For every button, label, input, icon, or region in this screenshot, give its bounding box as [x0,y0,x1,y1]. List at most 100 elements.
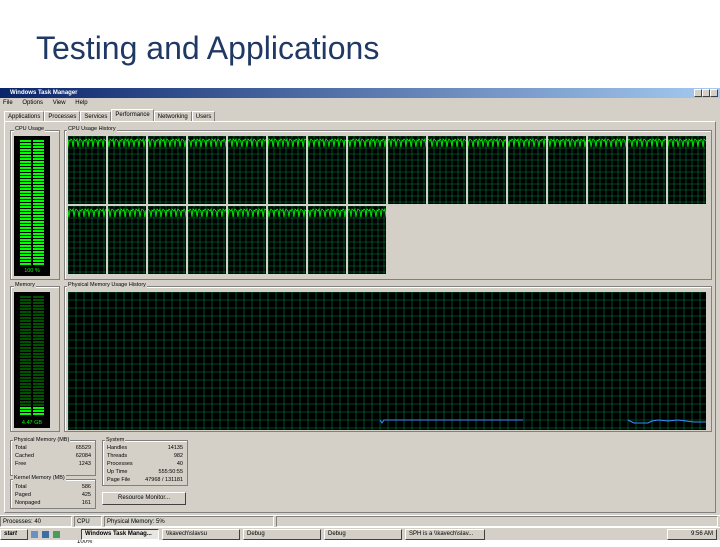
memory-gauge: 4.47 GB [14,292,50,428]
gauge-segment [20,374,31,376]
gauge-segment [20,377,31,379]
memory-history-label: Physical Memory Usage History [67,282,147,288]
tab-users[interactable]: Users [191,111,216,121]
cpu-core-graph [548,136,586,204]
taskbar-folder-2[interactable]: Debug [243,528,321,540]
gauge-segment [20,260,31,262]
tab-performance[interactable]: Performance [111,109,154,121]
gauge-segment [33,323,44,325]
kernel-memory-label: Kernel Memory (MB) [13,475,66,481]
memory-history-graph [68,292,706,430]
gauge-segment [33,350,44,352]
menu-view[interactable]: View [53,100,66,106]
tab-networking[interactable]: Networking [153,111,192,121]
explorer-icon[interactable] [53,530,60,538]
gauge-segment [33,371,44,373]
gauge-segment [20,176,31,178]
server-manager-icon[interactable] [42,530,49,538]
gauge-segment [33,383,44,385]
memory-usage-line [379,419,523,424]
taskbar-folder-1[interactable]: \\kavech\slavsu [162,528,240,540]
gauge-segment [20,353,31,355]
cpu-usage-value: 100 % [24,268,40,274]
gauge-segment [20,350,31,352]
gauge-segment [33,143,44,145]
tab-applications[interactable]: Applications [4,111,45,121]
gauge-segment [20,221,31,223]
cpu-usage-line [68,137,106,148]
gauge-segment [20,368,31,370]
menu-help[interactable]: Help [75,100,87,106]
gauge-segment [20,299,31,301]
gauge-segment [33,386,44,388]
tab-processes[interactable]: Processes [44,111,81,121]
gauge-segment [20,191,31,193]
gauge-segment [20,230,31,232]
gauge-segment [33,251,44,253]
gauge-segment [33,194,44,196]
taskbar-putty[interactable]: SPH is a \\kavech\slav... [405,528,485,540]
gauge-segment [20,143,31,145]
gauge-segment [20,413,31,415]
menu-options[interactable]: Options [22,100,43,106]
window-title: Windows Task Manager [10,90,78,96]
minimize-button[interactable] [694,89,702,97]
gauge-segment [33,257,44,259]
gauge-segment [20,140,31,142]
memory-value: 4.47 GB [21,420,43,426]
menu-file[interactable]: File [3,100,13,106]
gauge-segment [33,173,44,175]
taskbar-task-manager[interactable]: Windows Task Manag... [81,528,159,540]
gauge-segment [33,326,44,328]
gauge-segment [20,326,31,328]
system-label: System [105,437,126,443]
gauge-segment [33,161,44,163]
resource-monitor-button[interactable]: Resource Monitor... [102,492,186,505]
show-desktop-icon[interactable] [31,530,38,538]
start-button[interactable]: start [0,528,28,540]
gauge-segment [33,353,44,355]
gauge-segment [20,227,31,229]
cpu-core-graph [388,136,426,204]
gauge-segment [20,314,31,316]
gauge-segment [33,260,44,262]
gauge-segment [33,152,44,154]
gauge-segment [20,371,31,373]
gauge-segment [33,398,44,400]
cpu-usage-line [68,207,106,218]
title-bar: Windows Task Manager [0,88,720,98]
gauge-segment [33,365,44,367]
gauge-segment [20,407,31,409]
gauge-segment [33,368,44,370]
gauge-segment [33,146,44,148]
gauge-segment [20,185,31,187]
close-button[interactable] [710,89,718,97]
stat-cached: Cached 62084 [15,453,91,459]
gauge-segment [33,254,44,256]
gauge-segment [20,194,31,196]
cpu-core-graph [68,206,106,274]
gauge-segment [20,380,31,382]
cpu-core-graph [108,136,146,204]
cpu-usage-line [108,207,146,218]
gauge-segment [20,305,31,307]
gauge-segment [33,362,44,364]
gauge-segment [20,332,31,334]
gauge-segment [33,224,44,226]
stat-processes: Processes 40 [107,461,183,467]
gauge-segment [20,389,31,391]
gauge-segment [20,149,31,151]
stat-nonpaged: Nonpaged 161 [15,500,91,506]
memory-usage-line [627,419,706,424]
gauge-segment [33,185,44,187]
tab-services[interactable]: Services [80,111,112,121]
gauge-segment [33,200,44,202]
cpu-core-graph [188,206,226,274]
taskbar-folder-3[interactable]: Debug [324,528,402,540]
gauge-segment [33,341,44,343]
gauge-segment [33,209,44,211]
maximize-button[interactable] [702,89,710,97]
taskbar: start Windows Task Manag... \\kavech\sla… [0,527,720,540]
gauge-segment [33,221,44,223]
gauge-segment [20,146,31,148]
